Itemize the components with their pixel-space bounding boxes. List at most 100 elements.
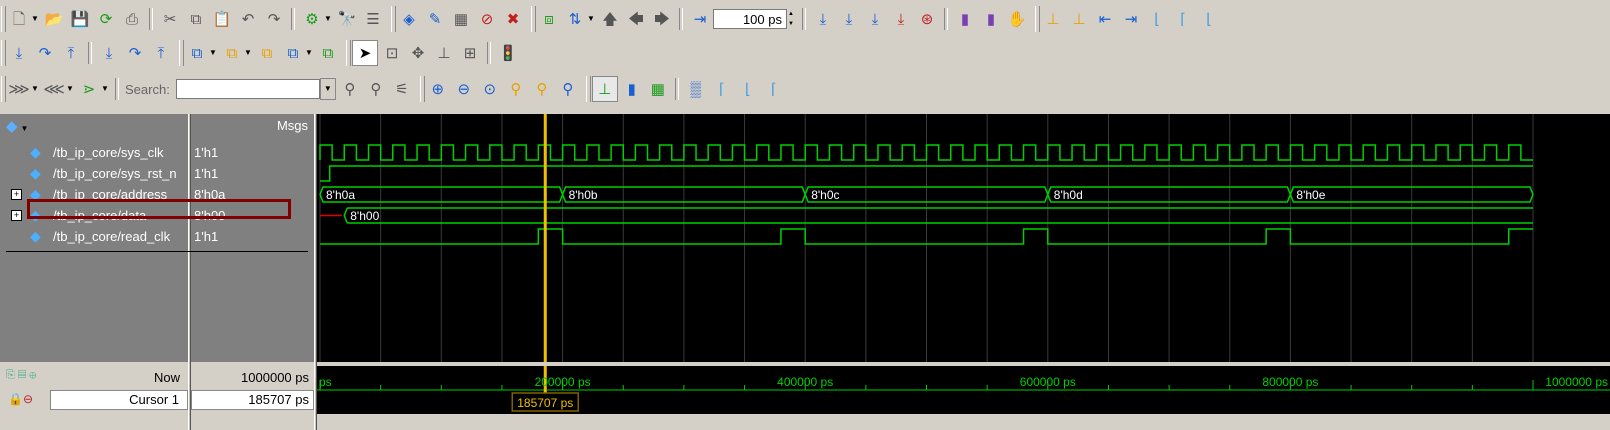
new-dropdown-icon[interactable]: ▼ bbox=[30, 7, 40, 31]
edit-wave-icon[interactable]: ✎ bbox=[423, 7, 447, 31]
zoom-between-cursors-icon[interactable]: ⚲ bbox=[530, 77, 554, 101]
waveform-pane[interactable]: 8'h0a 8'h0b 8'h0c 8'h0d 8'h0e 8'h00 bbox=[317, 114, 1610, 362]
now-icons[interactable]: ⎘ ▤ ⊕ bbox=[6, 369, 36, 382]
step-into-thread-icon[interactable]: ⤓ bbox=[97, 41, 121, 65]
expand-icon[interactable]: + bbox=[11, 189, 22, 200]
new-file-icon[interactable]: 🗋 bbox=[7, 7, 31, 31]
remove-cursor-icon[interactable]: ⊖ bbox=[23, 392, 33, 406]
zoom-cursor-icon[interactable]: ⚲ bbox=[504, 77, 528, 101]
zoom-area-icon[interactable]: ⚲ bbox=[556, 77, 580, 101]
break-icon[interactable]: ⊘ bbox=[475, 7, 499, 31]
cursor-icons[interactable]: 🔒⊖ bbox=[8, 392, 33, 406]
remove-breakpoint-icon[interactable]: ⋘ bbox=[42, 77, 66, 101]
step-over-thread-icon[interactable]: ↷ bbox=[123, 41, 147, 65]
layout-1-dropdown-icon[interactable]: ▼ bbox=[208, 41, 218, 65]
step-out-icon[interactable]: ⤒ bbox=[59, 41, 83, 65]
wave-style-1-icon[interactable]: ⌈ bbox=[710, 77, 734, 101]
up-arrow-icon[interactable]: 🡅 bbox=[598, 7, 622, 31]
zoom-out-icon[interactable]: ⊖ bbox=[452, 77, 476, 101]
redo-icon[interactable]: ↷ bbox=[262, 7, 286, 31]
split-icon[interactable]: ⊞ bbox=[458, 41, 482, 65]
layout-1-icon[interactable]: ⧉ bbox=[185, 41, 209, 65]
compile-dropdown-icon[interactable]: ▼ bbox=[323, 7, 333, 31]
layout-5-icon[interactable]: ⧉ bbox=[316, 41, 340, 65]
forward-arrow-icon[interactable]: 🡆 bbox=[650, 7, 674, 31]
back-arrow-icon[interactable]: 🡄 bbox=[624, 7, 648, 31]
cursor-value-field[interactable]: 185707 ps bbox=[191, 390, 314, 410]
insert-breakpoint-dropdown-icon[interactable]: ▼ bbox=[30, 77, 40, 101]
search-input[interactable] bbox=[175, 79, 320, 99]
show-filled-icon[interactable]: ▦ bbox=[646, 77, 670, 101]
wave-style-2-icon[interactable]: ⌊ bbox=[736, 77, 760, 101]
dotted-grid-icon[interactable]: ▒ bbox=[684, 77, 708, 101]
reload-icon[interactable]: ⟳ bbox=[94, 7, 118, 31]
layout-2-dropdown-icon[interactable]: ▼ bbox=[243, 41, 253, 65]
library-icon[interactable]: ◈ bbox=[397, 7, 421, 31]
edge-rising-icon[interactable]: ⌈ bbox=[1171, 7, 1195, 31]
step-over-icon[interactable]: ↷ bbox=[33, 41, 57, 65]
layout-3-icon[interactable]: ⧉ bbox=[255, 41, 279, 65]
waveform-canvas[interactable]: 8'h0a 8'h0b 8'h0c 8'h0d 8'h0e 8'h00 bbox=[317, 114, 1610, 362]
traffic-light-icon[interactable]: 🚦 bbox=[496, 41, 520, 65]
cut-icon[interactable]: ✂ bbox=[158, 7, 182, 31]
step-dropdown-icon[interactable]: ▼ bbox=[586, 7, 596, 31]
measure-icon[interactable]: ⊥ bbox=[432, 41, 456, 65]
zoom-in-icon[interactable]: ⊕ bbox=[426, 77, 450, 101]
search-prev-icon[interactable]: ⚲ bbox=[338, 77, 362, 101]
timeline-ruler[interactable]: ps 200000 ps 400000 ps 600000 ps 800000 ps 10… bbox=[317, 366, 1610, 414]
remove-breakpoint-dropdown-icon[interactable]: ▼ bbox=[65, 77, 75, 101]
signal-row[interactable]: ◆ /tb_ip_core/sys_clk 1'h1 bbox=[0, 142, 314, 163]
memory-profile-icon[interactable]: ▮ bbox=[979, 7, 1003, 31]
cursor-name-field[interactable]: Cursor 1 bbox=[50, 390, 188, 410]
step-signal-dropdown-icon[interactable]: ▼ bbox=[100, 77, 110, 101]
delete-icon[interactable]: ✖ bbox=[501, 7, 525, 31]
insert-cursor-icon[interactable]: ⊥ bbox=[1041, 7, 1065, 31]
paste-icon[interactable]: 📋 bbox=[210, 7, 234, 31]
performance-icon[interactable]: ▮ bbox=[953, 7, 977, 31]
run-length-spinner[interactable]: ▲ ▼ bbox=[788, 9, 798, 29]
delete-cursor-icon[interactable]: ⊥ bbox=[1067, 7, 1091, 31]
next-edge-icon[interactable]: ⇥ bbox=[1119, 7, 1143, 31]
edge-any-icon[interactable]: ⌊ bbox=[1197, 7, 1221, 31]
layout-2-icon[interactable]: ⧉ bbox=[220, 41, 244, 65]
undo-icon[interactable]: ↶ bbox=[236, 7, 260, 31]
show-cursor-icon[interactable]: ⊥ bbox=[591, 76, 618, 102]
step-out-thread-icon[interactable]: ⤒ bbox=[149, 41, 173, 65]
prev-edge-icon[interactable]: ⇤ bbox=[1093, 7, 1117, 31]
restart-icon[interactable]: ⧈ bbox=[537, 7, 561, 31]
lock-icon[interactable]: 🔒 bbox=[8, 392, 23, 406]
compile-icon[interactable]: ⚙ bbox=[300, 7, 324, 31]
search-next-icon[interactable]: ⚲ bbox=[364, 77, 388, 101]
edge-falling-icon[interactable]: ⌊ bbox=[1145, 7, 1169, 31]
insert-breakpoint-icon[interactable]: ⋙ bbox=[7, 77, 31, 101]
select-pointer-icon[interactable]: ➤ bbox=[352, 40, 378, 66]
run-icon[interactable]: ⤓ bbox=[811, 7, 835, 31]
format-icon[interactable]: ☰ bbox=[361, 7, 385, 31]
expand-icon[interactable]: + bbox=[11, 210, 22, 221]
grid-icon[interactable]: ▦ bbox=[449, 7, 473, 31]
print-icon[interactable]: ⎙ bbox=[120, 7, 144, 31]
step-select-icon[interactable]: ⇅ bbox=[563, 7, 587, 31]
search-dropdown-icon[interactable]: ▼ bbox=[319, 78, 336, 100]
stop-icon[interactable]: ⊛ bbox=[915, 7, 939, 31]
signal-row[interactable]: ◆ /tb_ip_core/sys_rst_n 1'h1 bbox=[0, 163, 314, 184]
zoom-full-icon[interactable]: ⊙ bbox=[478, 77, 502, 101]
continue-icon[interactable]: ⤓ bbox=[837, 7, 861, 31]
pan-icon[interactable]: ✥ bbox=[406, 41, 430, 65]
copy-icon[interactable]: ⧉ bbox=[184, 7, 208, 31]
signal-row[interactable]: ◆ /tb_ip_core/read_clk 1'h1 bbox=[0, 226, 314, 247]
wave-menu-icon[interactable]: ◆ ▼ bbox=[6, 117, 28, 135]
run-length-input[interactable]: 100 ps bbox=[713, 9, 787, 29]
find-icon[interactable]: 🔭 bbox=[335, 7, 359, 31]
step-signal-icon[interactable]: ⋗ bbox=[77, 77, 101, 101]
layout-4-icon[interactable]: ⧉ bbox=[281, 41, 305, 65]
break-run-icon[interactable]: ⤓ bbox=[889, 7, 913, 31]
zoom-box-icon[interactable]: ⊡ bbox=[380, 41, 404, 65]
layout-4-dropdown-icon[interactable]: ▼ bbox=[304, 41, 314, 65]
wave-style-3-icon[interactable]: ⌈ bbox=[762, 77, 786, 101]
save-icon[interactable]: 💾 bbox=[68, 7, 92, 31]
show-column-icon[interactable]: ▮ bbox=[620, 77, 644, 101]
run-length-icon[interactable]: ⇥ bbox=[688, 7, 712, 31]
run-all-icon[interactable]: ⤓ bbox=[863, 7, 887, 31]
step-into-icon[interactable]: ⤓ bbox=[7, 41, 31, 65]
